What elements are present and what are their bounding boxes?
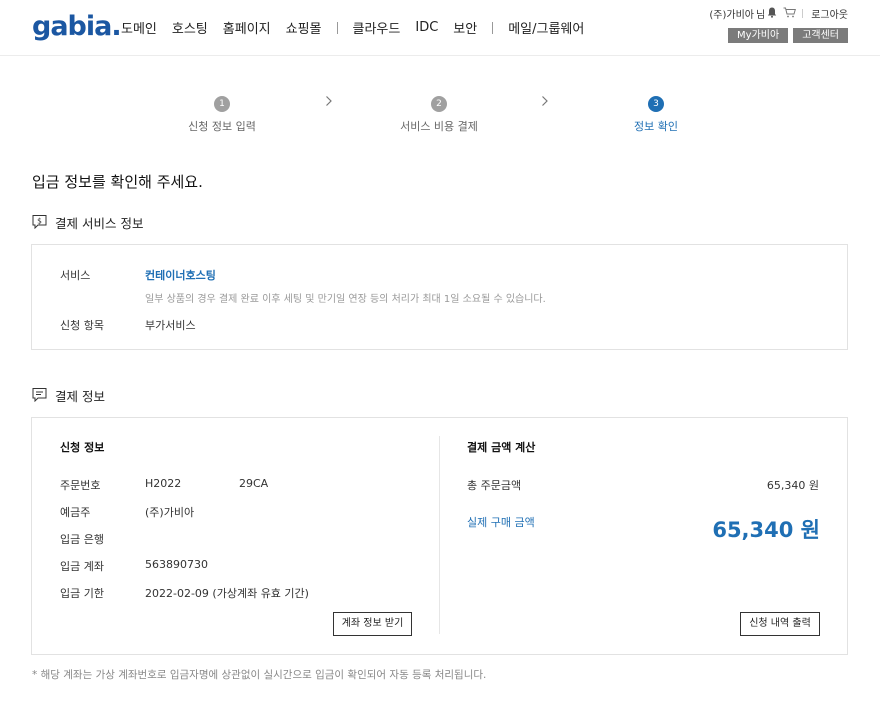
util-separator — [802, 9, 804, 18]
step-number: 1 — [214, 96, 230, 112]
order-number-value: H2022 — [145, 477, 182, 490]
site-header: gabia. 도메인 호스팅 홈페이지 쇼핑몰 클라우드 IDC 보안 메일/그… — [0, 0, 880, 56]
nav-shoppingmall[interactable]: 쇼핑몰 — [286, 18, 322, 37]
receive-account-info-button[interactable]: 계좌 정보 받기 — [333, 612, 412, 636]
step-1: 1 신청 정보 입력 — [152, 95, 292, 134]
step-label: 서비스 비용 결제 — [400, 120, 478, 133]
bank-label: 입금 은행 — [60, 533, 104, 546]
bell-icon[interactable] — [767, 7, 777, 21]
nav-hosting[interactable]: 호스팅 — [172, 18, 208, 37]
total-order-value: 65,340 원 — [766, 479, 819, 492]
service-info-box: 서비스 컨테이너호스팅 일부 상품의 경우 결제 완료 이후 세팅 및 만기일 … — [31, 244, 848, 350]
deadline-label: 입금 기한 — [60, 587, 104, 600]
payment-section-title: 결제 정보 — [32, 386, 105, 405]
actual-purchase-value: 65,340 원 — [712, 518, 820, 542]
payment-bubble-icon: $ — [32, 214, 55, 232]
chevron-right-icon — [541, 95, 549, 111]
service-section-title: $ 결제 서비스 정보 — [32, 213, 143, 232]
payment-calc-title: 결제 금액 계산 — [467, 441, 536, 454]
step-2: 2 서비스 비용 결제 — [369, 95, 509, 134]
total-order-label: 총 주문금액 — [467, 479, 522, 492]
main-nav: 도메인 호스팅 홈페이지 쇼핑몰 클라우드 IDC 보안 메일/그룹웨어 — [121, 18, 599, 37]
message-icon — [32, 387, 55, 405]
chevron-right-icon — [325, 95, 333, 111]
print-history-button[interactable]: 신청 내역 출력 — [740, 612, 820, 636]
nav-security[interactable]: 보안 — [453, 18, 477, 37]
service-label: 서비스 — [60, 269, 91, 282]
depositor-label: 예금주 — [60, 506, 91, 519]
service-value[interactable]: 컨테이너호스팅 — [145, 267, 216, 283]
step-label: 정보 확인 — [634, 120, 678, 133]
order-number-suffix: 29CA — [239, 477, 269, 490]
mygabia-button[interactable]: My가비아 — [728, 28, 789, 43]
item-value: 부가서비스 — [145, 319, 196, 332]
nav-separator — [336, 21, 338, 34]
account-value: 563890730 — [145, 558, 208, 571]
step-number: 2 — [431, 96, 447, 112]
account-label: 입금 계좌 — [60, 560, 104, 573]
item-label: 신청 항목 — [60, 319, 104, 332]
nav-homepage[interactable]: 홈페이지 — [223, 18, 271, 37]
utility-bar: (주)가비아 님 로그아웃 — [709, 6, 848, 21]
cart-icon[interactable] — [783, 7, 797, 21]
application-info-title: 신청 정보 — [60, 441, 105, 454]
section-title-text: 결제 서비스 정보 — [55, 216, 144, 231]
svg-text:$: $ — [37, 216, 42, 225]
order-number-label: 주문번호 — [60, 479, 101, 492]
support-button[interactable]: 고객센터 — [793, 28, 848, 43]
step-label: 신청 정보 입력 — [188, 120, 256, 133]
payment-info-box: 신청 정보 주문번호 H2022 29CA 예금주 (주)가비아 입금 은행 입… — [31, 417, 848, 655]
column-divider — [439, 436, 440, 634]
gabia-logo[interactable]: gabia. — [32, 11, 122, 43]
header-buttons: My가비아 고객센터 — [723, 28, 848, 43]
user-name[interactable]: (주)가비아 — [709, 6, 754, 21]
step-3: 3 정보 확인 — [586, 95, 726, 134]
logout-link[interactable]: 로그아웃 — [811, 6, 848, 21]
nav-separator — [492, 21, 494, 34]
deadline-value: 2022-02-09 (가상계좌 유효 기간) — [145, 587, 309, 600]
actual-purchase-label: 실제 구매 금액 — [467, 516, 535, 529]
nav-domain[interactable]: 도메인 — [121, 18, 157, 37]
page-heading: 입금 정보를 확인해 주세요. — [32, 173, 203, 191]
nav-cloud[interactable]: 클라우드 — [353, 18, 401, 37]
step-number: 3 — [648, 96, 664, 112]
footnote: * 해당 계좌는 가상 계좌번호로 입금자명에 상관없이 실시간으로 입금이 확… — [32, 669, 487, 681]
depositor-value: (주)가비아 — [145, 506, 195, 519]
nav-mail-groupware[interactable]: 메일/그룹웨어 — [508, 18, 584, 37]
service-notice: 일부 상품의 경우 결제 완료 이후 세팅 및 만기일 연장 등의 처리가 최대… — [145, 294, 546, 305]
nav-idc[interactable]: IDC — [415, 20, 438, 35]
section-title-text: 결제 정보 — [55, 389, 105, 404]
user-suffix: 님 — [755, 10, 766, 21]
